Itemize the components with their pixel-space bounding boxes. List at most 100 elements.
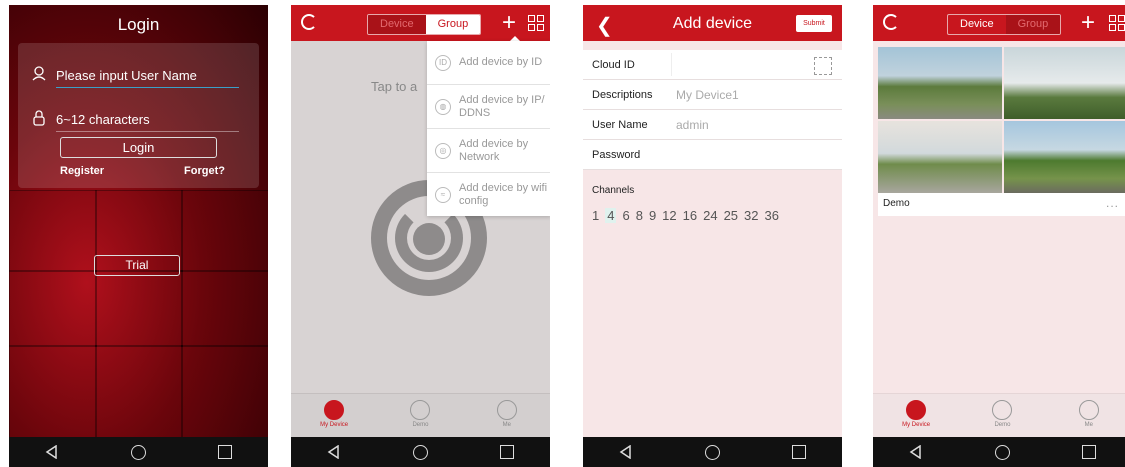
recents-nav-button[interactable] <box>205 437 245 467</box>
bg-tile <box>9 270 97 347</box>
camera-icon <box>906 400 927 420</box>
password-input[interactable]: 6~12 characters <box>56 112 239 132</box>
username-input[interactable]: Please input User Name <box>56 68 239 88</box>
id-icon: ID <box>435 54 451 71</box>
back-nav-button[interactable] <box>896 437 936 467</box>
home-nav-button[interactable] <box>400 437 440 467</box>
bg-tile <box>9 345 97 439</box>
device-row[interactable]: Demo ... <box>878 193 1125 216</box>
device-list-screen: Device Group + Demo ... My Device Demo M… <box>873 5 1125 467</box>
channel-option[interactable]: 8 <box>636 208 643 223</box>
login-panel: Please input User Name 6~12 characters L… <box>18 43 259 188</box>
tab-label: My Device <box>320 422 349 428</box>
login-button[interactable]: Login <box>60 137 217 158</box>
add-icon[interactable]: + <box>1081 9 1095 37</box>
channel-option[interactable]: 25 <box>724 208 738 223</box>
play-icon <box>992 400 1013 420</box>
menu-item-label: Add device by ID <box>459 56 543 68</box>
menu-item-label: Add device by IP/ DDNS <box>459 93 545 119</box>
bg-tile <box>181 345 268 439</box>
home-nav-button[interactable] <box>692 437 732 467</box>
camera-thumbnail[interactable] <box>878 47 1002 119</box>
tab-device[interactable]: Device <box>368 15 426 34</box>
descriptions-row: Descriptions My Device1 <box>583 80 842 110</box>
person-icon <box>496 400 517 420</box>
android-nav-bar <box>583 437 842 467</box>
bg-tile <box>95 345 183 439</box>
tab-demo[interactable]: Demo <box>385 394 455 437</box>
channel-option-selected[interactable]: 4 <box>605 208 617 223</box>
add-icon[interactable]: + <box>502 9 516 37</box>
back-nav-button[interactable] <box>314 437 354 467</box>
register-link[interactable]: Register <box>60 165 104 177</box>
home-nav-button[interactable] <box>118 437 158 467</box>
camera-thumbnail[interactable] <box>1003 47 1125 119</box>
logo-center-dot <box>413 223 445 255</box>
home-nav-button[interactable] <box>982 437 1022 467</box>
more-options-icon[interactable]: ... <box>1106 196 1119 210</box>
camera-thumbnail[interactable] <box>878 121 1002 193</box>
back-triangle-icon <box>619 445 631 459</box>
recents-nav-button[interactable] <box>1069 437 1109 467</box>
device-group-toggle: Device Group <box>947 14 1062 35</box>
channel-option[interactable]: 6 <box>622 208 629 223</box>
grid-view-icon[interactable] <box>1109 15 1125 31</box>
home-circle-icon <box>994 444 1010 460</box>
refresh-icon[interactable] <box>883 14 899 30</box>
add-device-screen: ❮ Add device Submit Cloud ID Description… <box>583 5 842 467</box>
channel-option[interactable]: 16 <box>683 208 697 223</box>
tab-my-device[interactable]: My Device <box>881 394 951 437</box>
grid-view-icon[interactable] <box>528 15 544 31</box>
device-name: Demo <box>883 198 910 209</box>
refresh-icon[interactable] <box>301 14 317 30</box>
username-field[interactable]: admin <box>676 118 709 132</box>
tab-my-device[interactable]: My Device <box>299 394 369 437</box>
home-circle-icon <box>704 444 720 460</box>
globe-icon: ◍ <box>435 98 451 115</box>
tab-label: Demo <box>994 422 1011 428</box>
person-icon <box>1078 400 1099 420</box>
camera-thumbnail[interactable] <box>1003 121 1125 193</box>
tab-device[interactable]: Device <box>948 15 1006 34</box>
password-row: Password <box>583 140 842 170</box>
tab-group[interactable]: Group <box>425 15 481 34</box>
channel-option[interactable]: 9 <box>649 208 656 223</box>
android-nav-bar <box>9 437 268 467</box>
page-title: Login <box>117 15 160 34</box>
channel-option[interactable]: 1 <box>592 208 599 223</box>
scan-qr-icon[interactable] <box>814 57 832 75</box>
tab-label: My Device <box>902 422 931 428</box>
menu-item-add-by-ip[interactable]: ◍ Add device by IP/ DDNS <box>427 85 550 129</box>
submit-button[interactable]: Submit <box>796 15 832 32</box>
recents-nav-button[interactable] <box>779 437 819 467</box>
tab-group[interactable]: Group <box>1005 15 1061 34</box>
field-label: Cloud ID <box>592 59 635 71</box>
wifi-icon: ≈ <box>435 186 451 203</box>
menu-item-add-by-id[interactable]: ID Add device by ID <box>427 41 550 85</box>
channel-option[interactable]: 12 <box>662 208 676 223</box>
login-screen: Login Please input User Name 6~12 charac… <box>9 5 268 467</box>
bg-tile <box>181 190 268 272</box>
forget-link[interactable]: Forget? <box>184 165 225 177</box>
tab-me[interactable]: Me <box>472 394 542 437</box>
back-nav-button[interactable] <box>606 437 646 467</box>
camera-icon <box>324 400 345 420</box>
top-bar: ❮ Add device Submit <box>583 5 842 41</box>
back-nav-button[interactable] <box>32 437 72 467</box>
tab-me[interactable]: Me <box>1054 394 1124 437</box>
menu-item-add-by-wifi[interactable]: ≈ Add device by wifi config <box>427 173 550 216</box>
trial-button[interactable]: Trial <box>94 255 180 276</box>
tab-label: Me <box>502 422 511 428</box>
channel-option[interactable]: 24 <box>703 208 717 223</box>
channel-option[interactable]: 36 <box>765 208 779 223</box>
descriptions-field[interactable]: My Device1 <box>676 88 739 102</box>
home-circle-icon <box>412 444 428 460</box>
home-circle-icon <box>130 444 146 460</box>
menu-item-add-by-network[interactable]: ◎ Add device by Network <box>427 129 550 173</box>
recents-nav-button[interactable] <box>487 437 527 467</box>
channel-option[interactable]: 32 <box>744 208 758 223</box>
tab-demo[interactable]: Demo <box>967 394 1037 437</box>
channel-options: 1 4 6 8 9 12 16 24 25 32 36 <box>592 208 779 223</box>
camera-preview-grid[interactable] <box>878 47 1125 193</box>
channels-label: Channels <box>592 185 635 196</box>
